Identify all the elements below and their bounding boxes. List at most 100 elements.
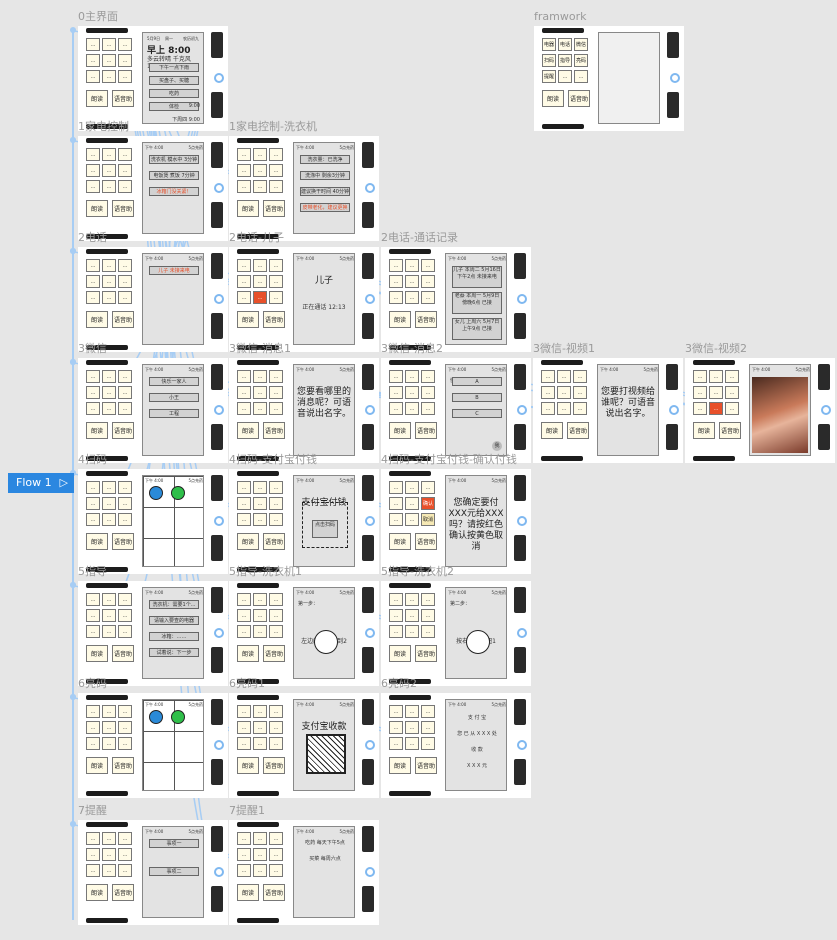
keypad-key[interactable]: … bbox=[253, 259, 267, 272]
link-port[interactable] bbox=[517, 516, 527, 526]
side-pad-top[interactable] bbox=[211, 587, 223, 613]
side-pad-top[interactable] bbox=[362, 826, 374, 852]
keypad-key[interactable]: … bbox=[405, 721, 419, 734]
keypad-key[interactable]: … bbox=[253, 164, 267, 177]
keypad-key[interactable]: … bbox=[237, 513, 251, 526]
keypad-key[interactable]: … bbox=[709, 386, 723, 399]
side-pad-bottom[interactable] bbox=[362, 313, 374, 339]
keypad-key[interactable]: … bbox=[102, 737, 116, 750]
keypad-key[interactable]: … bbox=[405, 625, 419, 638]
side-pad-top[interactable] bbox=[667, 32, 679, 58]
keypad-key[interactable]: … bbox=[237, 832, 251, 845]
keypad-key[interactable]: … bbox=[118, 38, 132, 51]
link-port[interactable] bbox=[821, 405, 831, 415]
voice-assistant-key[interactable]: 语音助手 bbox=[112, 422, 134, 439]
keypad-key[interactable]: … bbox=[541, 370, 555, 383]
blue-app-icon[interactable] bbox=[149, 710, 163, 724]
keypad-key[interactable]: … bbox=[253, 180, 267, 193]
keypad-key[interactable]: 电器 bbox=[542, 38, 556, 51]
keypad-key[interactable]: … bbox=[86, 481, 100, 494]
keypad-key[interactable]: … bbox=[253, 721, 267, 734]
screen-row[interactable]: 事项二 bbox=[149, 867, 199, 876]
screen-row[interactable]: 建议换干时间 40分钟 bbox=[300, 187, 350, 196]
keypad-key[interactable]: … bbox=[118, 164, 132, 177]
side-pad-bottom[interactable] bbox=[211, 202, 223, 228]
keypad-key[interactable]: … bbox=[86, 864, 100, 877]
screen-row[interactable]: 吃药 每天下午5点 bbox=[300, 839, 350, 848]
keypad-key[interactable]: … bbox=[102, 54, 116, 67]
read-aloud-key[interactable]: 朗读 bbox=[237, 533, 259, 550]
keypad-key[interactable]: … bbox=[118, 864, 132, 877]
keypad-key[interactable]: … bbox=[237, 609, 251, 622]
side-pad-top[interactable] bbox=[211, 364, 223, 390]
keypad-key[interactable]: … bbox=[118, 721, 132, 734]
keypad-key[interactable]: … bbox=[118, 481, 132, 494]
keypad-key[interactable]: … bbox=[389, 609, 403, 622]
screen-row[interactable]: A bbox=[452, 377, 502, 386]
keypad-key[interactable]: … bbox=[237, 164, 251, 177]
keypad-key[interactable]: … bbox=[118, 291, 132, 304]
side-pad-bottom[interactable] bbox=[211, 759, 223, 785]
keypad-key[interactable]: … bbox=[86, 832, 100, 845]
read-aloud-key[interactable]: 朗读 bbox=[389, 533, 411, 550]
read-aloud-key[interactable]: 朗读 bbox=[693, 422, 715, 439]
keypad-key[interactable]: … bbox=[253, 148, 267, 161]
read-aloud-key[interactable]: 朗读 bbox=[541, 422, 563, 439]
read-aloud-key[interactable]: 朗读 bbox=[86, 200, 108, 217]
side-pad-bottom[interactable] bbox=[514, 647, 526, 673]
keypad-key[interactable]: … bbox=[253, 386, 267, 399]
keypad-key[interactable]: … bbox=[102, 513, 116, 526]
read-aloud-key[interactable]: 朗读 bbox=[237, 645, 259, 662]
side-pad-top[interactable] bbox=[362, 142, 374, 168]
keypad-key[interactable]: … bbox=[102, 402, 116, 415]
read-aloud-key[interactable]: 朗读 bbox=[389, 645, 411, 662]
keypad-key[interactable]: … bbox=[573, 370, 587, 383]
keypad-key[interactable]: … bbox=[86, 275, 100, 288]
keypad-key[interactable]: … bbox=[269, 832, 283, 845]
screen-row[interactable]: 请输入要查的电器 bbox=[149, 616, 199, 625]
keypad-key[interactable]: … bbox=[405, 259, 419, 272]
keypad-key[interactable]: … bbox=[421, 259, 435, 272]
side-pad-bottom[interactable] bbox=[514, 424, 526, 450]
keypad-key[interactable]: … bbox=[269, 609, 283, 622]
keypad-key[interactable]: … bbox=[573, 402, 587, 415]
read-aloud-key[interactable]: 朗读 bbox=[389, 757, 411, 774]
keypad-key[interactable]: … bbox=[237, 848, 251, 861]
keypad-key[interactable]: … bbox=[86, 402, 100, 415]
keypad-key[interactable]: … bbox=[118, 705, 132, 718]
keypad-key[interactable]: … bbox=[421, 370, 435, 383]
voice-assistant-key[interactable]: 语音助手 bbox=[112, 311, 134, 328]
keypad-key[interactable]: … bbox=[557, 386, 571, 399]
keypad-key[interactable]: … bbox=[405, 291, 419, 304]
keypad-key[interactable]: … bbox=[102, 593, 116, 606]
voice-assistant-key[interactable]: 语音助手 bbox=[415, 311, 437, 328]
read-aloud-key[interactable]: 朗读 bbox=[86, 90, 108, 107]
side-pad-top[interactable] bbox=[666, 364, 678, 390]
keypad-key[interactable]: … bbox=[253, 275, 267, 288]
screen-row[interactable]: 电饭煲 煮饭 7分钟 bbox=[149, 171, 199, 180]
side-pad-top[interactable] bbox=[211, 253, 223, 279]
keypad-key[interactable]: … bbox=[102, 864, 116, 877]
keypad-key[interactable]: … bbox=[86, 737, 100, 750]
read-aloud-key[interactable]: 朗读 bbox=[237, 884, 259, 901]
keypad-key[interactable]: … bbox=[118, 148, 132, 161]
keypad-key[interactable]: … bbox=[102, 832, 116, 845]
keypad-key[interactable]: … bbox=[574, 70, 588, 83]
voice-assistant-key[interactable]: 语音助手 bbox=[567, 422, 589, 439]
keypad-key[interactable]: … bbox=[269, 513, 283, 526]
voice-assistant-key[interactable]: 语音助手 bbox=[415, 422, 437, 439]
screen-row[interactable]: 冰箱：…… bbox=[149, 632, 199, 641]
keypad-key[interactable]: … bbox=[102, 705, 116, 718]
screen-row[interactable]: B bbox=[452, 393, 502, 402]
voice-assistant-key[interactable]: 语音助手 bbox=[112, 645, 134, 662]
keypad-key[interactable]: … bbox=[102, 609, 116, 622]
keypad-key[interactable]: … bbox=[237, 737, 251, 750]
keypad-key[interactable]: … bbox=[253, 402, 267, 415]
keypad-key[interactable]: … bbox=[118, 402, 132, 415]
green-app-icon[interactable] bbox=[171, 486, 185, 500]
voice-assistant-key[interactable]: 语音助手 bbox=[263, 200, 285, 217]
keypad-key[interactable]: … bbox=[709, 370, 723, 383]
keypad-key[interactable]: … bbox=[725, 370, 739, 383]
screen-row[interactable]: 老蔡 本周一 5月9日 傍晚6点 已接 bbox=[452, 292, 502, 314]
link-port[interactable] bbox=[214, 73, 224, 83]
